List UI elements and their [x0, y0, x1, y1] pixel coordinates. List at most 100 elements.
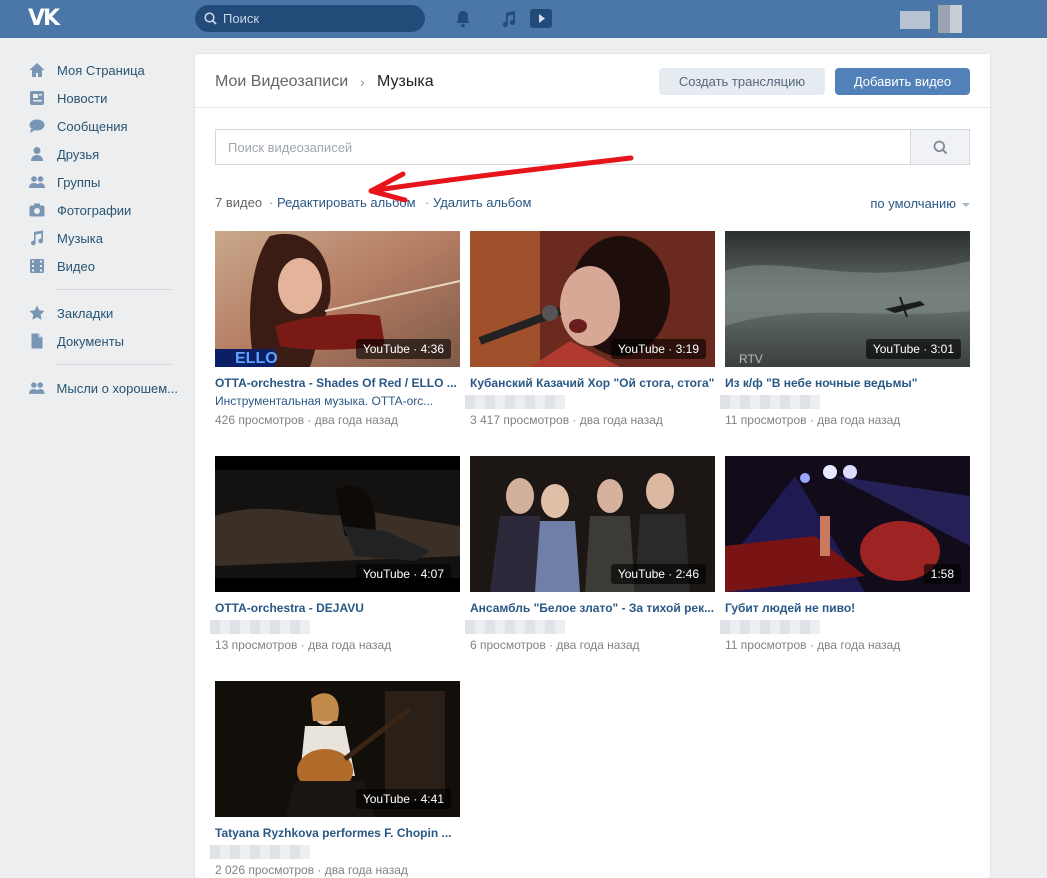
sidebar-item-label: Музыка [57, 230, 103, 246]
sidebar-item-music[interactable]: Музыка [28, 224, 178, 252]
blurred-author [465, 620, 565, 634]
video-card[interactable]: YouTube · 4:07 OTTA-orchestra - DEJAVU 1… [210, 456, 460, 666]
video-title[interactable]: Из к/ф "В небе ночные ведьмы" [725, 376, 970, 390]
add-video-button[interactable]: Добавить видео [835, 68, 970, 95]
video-thumbnail[interactable]: RTV YouTube · 3:01 [725, 231, 970, 367]
video-title[interactable]: Кубанский Казачий Хор "Ой стога, стога" [470, 376, 715, 390]
video-card[interactable]: YouTube · 2:46 Ансамбль "Белое злато" - … [465, 456, 715, 666]
video-duration: YouTube · 4:41 [355, 789, 451, 809]
blurred-author [720, 395, 820, 409]
sidebar-item-label: Друзья [57, 146, 100, 162]
video-thumbnail[interactable]: 1:58 [725, 456, 970, 592]
video-title[interactable]: Tatyana Ryzhkova performes F. Chopin ... [215, 826, 460, 840]
sidebar-item-messages[interactable]: Сообщения [28, 112, 178, 140]
video-title[interactable]: OTTA-orchestra - DEJAVU [215, 601, 460, 615]
sidebar-item-label: Видео [57, 258, 95, 274]
messages-icon [29, 119, 45, 133]
video-title[interactable]: Губит людей не пиво! [725, 601, 970, 615]
chevron-down-icon [962, 202, 970, 207]
sidebar-item-bookmarks[interactable]: Закладки [28, 299, 178, 327]
video-duration: YouTube · 4:36 [355, 339, 451, 359]
play-video-icon[interactable] [530, 8, 552, 30]
video-stats: 2 026 просмотров · два года назад [215, 863, 408, 877]
sidebar-item-label: Документы [57, 333, 125, 349]
sidebar-item-friends[interactable]: Друзья [28, 140, 178, 168]
breadcrumb-my-videos[interactable]: Мои Видеозаписи [215, 73, 348, 91]
video-stats: 426 просмотров · два года назад [215, 413, 398, 427]
camera-icon [29, 203, 45, 217]
video-duration: YouTube · 2:46 [610, 564, 706, 584]
video-card[interactable]: RTV YouTube · 3:01 Из к/ф "В небе ночные… [720, 231, 970, 441]
profile-avatar[interactable] [900, 5, 970, 33]
sidebar-item-groups[interactable]: Группы [28, 168, 178, 196]
video-stats: 3 417 просмотров · два года назад [470, 413, 663, 427]
video-stats: 13 просмотров · два года назад [215, 638, 392, 652]
blurred-author [210, 620, 310, 634]
top-search-input[interactable] [223, 9, 413, 28]
sidebar-item-label: Закладки [57, 305, 114, 321]
svg-text:ELLO: ELLO [235, 350, 278, 367]
vk-logo[interactable]: VK [28, 6, 64, 31]
video-title[interactable]: Ансамбль "Белое злато" - За тихой рек... [470, 601, 715, 615]
sidebar-item-community[interactable]: Мысли о хорошем... [28, 374, 178, 402]
news-icon [30, 91, 44, 105]
video-duration: YouTube · 4:07 [355, 564, 451, 584]
sidebar-item-photos[interactable]: Фотографии [28, 196, 178, 224]
video-card[interactable]: YouTube · 4:41 Tatyana Ryzhkova performe… [210, 681, 460, 878]
sidebar-divider [56, 364, 172, 365]
blurred-author [465, 395, 565, 409]
video-thumbnail[interactable]: YouTube · 4:07 [215, 456, 460, 592]
sidebar-item-label: Моя Страница [57, 62, 145, 78]
home-icon [29, 63, 45, 77]
video-stats: 11 просмотров · два года назад [725, 638, 901, 652]
blurred-author [210, 845, 310, 859]
video-thumbnail[interactable]: YouTube · 2:46 [470, 456, 715, 592]
left-sidebar: Моя Страница Новости Сообщения Друзья Гр… [28, 56, 178, 402]
video-count: 7 видео [215, 195, 263, 210]
video-card[interactable]: ELLO YouTube · 4:36 OTTA-orchestra - Sha… [215, 231, 460, 441]
sidebar-item-label: Мысли о хорошем... [56, 380, 178, 396]
video-thumbnail[interactable]: YouTube · 3:19 [470, 231, 715, 367]
search-icon [204, 12, 217, 25]
sidebar-item-label: Группы [57, 174, 101, 190]
sidebar-item-news[interactable]: Новости [28, 84, 178, 112]
sidebar-item-documents[interactable]: Документы [28, 327, 178, 355]
sidebar-item-label: Новости [57, 90, 108, 106]
sidebar-item-my-page[interactable]: Моя Страница [28, 56, 178, 84]
music-icon [31, 230, 43, 246]
panel-header: Мои Видеозаписи › Музыка Создать трансля… [195, 54, 990, 108]
sidebar-item-video[interactable]: Видео [28, 252, 178, 280]
create-stream-button[interactable]: Создать трансляцию [659, 68, 825, 95]
video-card[interactable]: YouTube · 3:19 Кубанский Казачий Хор "Ой… [465, 231, 715, 441]
annotation-arrow-icon [368, 155, 634, 203]
video-description: Инструментальная музыка. OTTA-orc... [215, 394, 434, 408]
breadcrumb-current-album: Музыка [377, 73, 434, 90]
sort-dropdown[interactable]: по умолчанию [870, 196, 970, 211]
sidebar-divider [56, 289, 172, 290]
sidebar-item-label: Сообщения [57, 118, 128, 134]
breadcrumb-separator: › [360, 74, 365, 90]
friends-icon [31, 147, 43, 161]
music-note-icon[interactable] [498, 8, 520, 30]
blurred-author [720, 620, 820, 634]
sort-label[interactable]: по умолчанию [870, 196, 956, 211]
video-thumbnail[interactable]: YouTube · 4:41 [215, 681, 460, 817]
svg-text:RTV: RTV [739, 352, 763, 366]
top-bar: VK [0, 0, 1047, 38]
search-icon [933, 140, 948, 155]
video-thumbnail[interactable]: ELLO YouTube · 4:36 [215, 231, 460, 367]
sidebar-item-label: Фотографии [57, 202, 132, 218]
video-title[interactable]: OTTA-orchestra - Shades Of Red / ELLO ..… [215, 376, 460, 390]
community-icon [28, 382, 45, 394]
bell-icon[interactable] [452, 8, 474, 30]
video-card[interactable]: 1:58 Губит людей не пиво! 11 просмотров … [720, 456, 970, 666]
video-search-button[interactable] [910, 129, 970, 165]
video-icon [30, 259, 44, 273]
document-icon [31, 333, 43, 349]
video-duration: YouTube · 3:01 [865, 339, 961, 359]
separator-dot: · [269, 195, 274, 210]
video-panel: Мои Видеозаписи › Музыка Создать трансля… [195, 54, 990, 878]
groups-icon [29, 176, 45, 188]
video-duration: 1:58 [923, 564, 961, 584]
top-search[interactable] [195, 5, 425, 32]
